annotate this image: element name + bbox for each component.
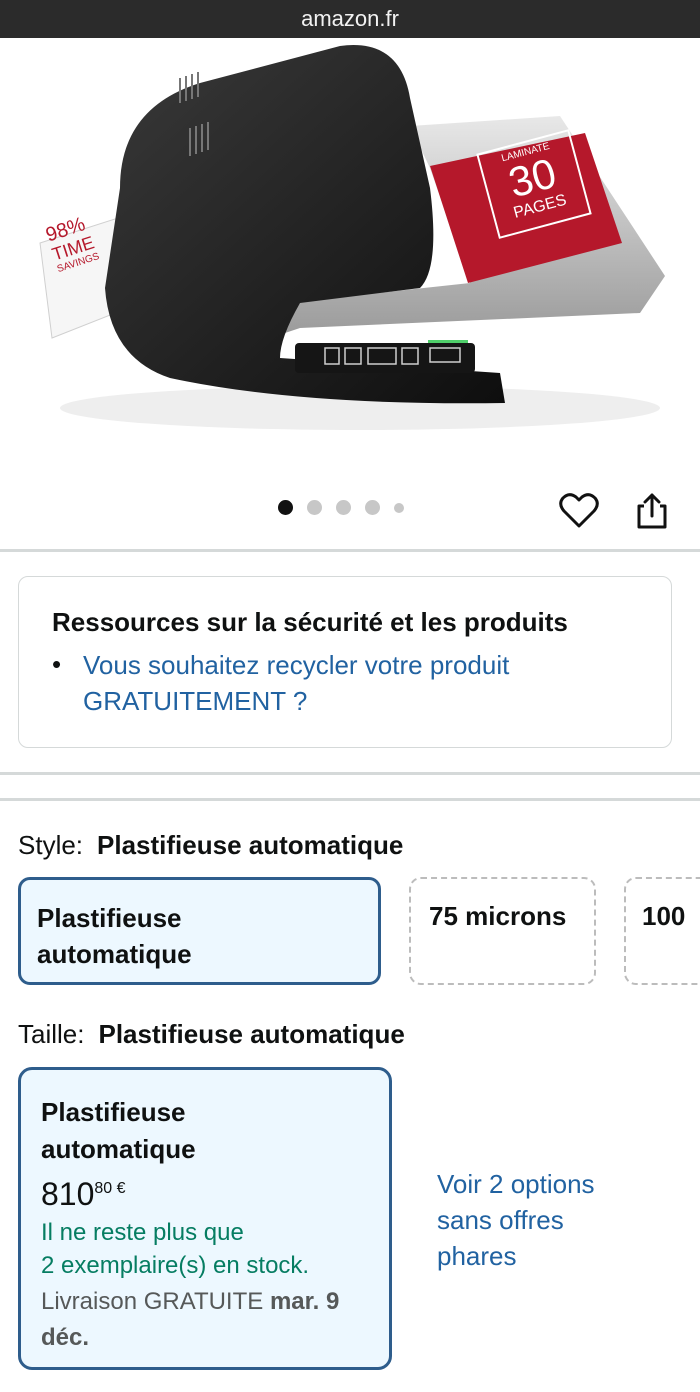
section-divider bbox=[0, 549, 700, 552]
style-selector-label: Style: Plastifieuse automatique bbox=[18, 830, 404, 860]
section-divider bbox=[0, 772, 700, 775]
carousel-dot-5[interactable] bbox=[394, 502, 404, 513]
bullet: • bbox=[52, 649, 62, 679]
heart-icon bbox=[559, 493, 599, 528]
share-icon bbox=[637, 493, 667, 529]
url-text: amazon.fr bbox=[301, 6, 399, 31]
carousel-dot-1[interactable] bbox=[278, 500, 293, 515]
safety-resources-card: Ressources sur la sécurité et les produi… bbox=[18, 576, 672, 748]
size-option-card[interactable]: Plastifieuse automatique 81080 € Il ne r… bbox=[18, 1067, 392, 1370]
style-option-100[interactable]: 100 bbox=[624, 877, 700, 985]
product-image[interactable]: 98% TIME SAVINGS LAMINATE 30 PAGES bbox=[0, 38, 700, 488]
see-other-options-link[interactable]: Voir 2 options sans offres phares bbox=[437, 1166, 657, 1274]
carousel-dot-2[interactable] bbox=[307, 500, 322, 515]
browser-url-bar[interactable]: amazon.fr bbox=[0, 0, 700, 38]
carousel-dot-4[interactable] bbox=[365, 500, 380, 515]
share-button[interactable] bbox=[628, 487, 676, 535]
price: 81080 € bbox=[41, 1176, 126, 1212]
recycle-link[interactable]: Vous souhaitez recycler votre produit GR… bbox=[83, 647, 623, 719]
stock-status: Il ne reste plus que 2 exemplaire(s) en … bbox=[41, 1219, 310, 1279]
delivery-info: Livraison GRATUITE mar. 9 déc. bbox=[41, 1288, 340, 1351]
style-option-automatic[interactable]: Plastifieuse automatique bbox=[18, 877, 381, 985]
size-option-name: Plastifieuse automatique bbox=[41, 1097, 196, 1164]
section-divider bbox=[0, 798, 700, 801]
size-selector-label: Taille: Plastifieuse automatique bbox=[18, 1019, 405, 1049]
safety-title: Ressources sur la sécurité et les produi… bbox=[52, 607, 568, 637]
style-option-75-microns[interactable]: 75 microns bbox=[409, 877, 596, 985]
laminator-illustration bbox=[39, 45, 665, 430]
favorite-button[interactable] bbox=[555, 487, 603, 535]
carousel-dot-3[interactable] bbox=[336, 500, 351, 515]
image-carousel-dots[interactable] bbox=[278, 500, 404, 515]
